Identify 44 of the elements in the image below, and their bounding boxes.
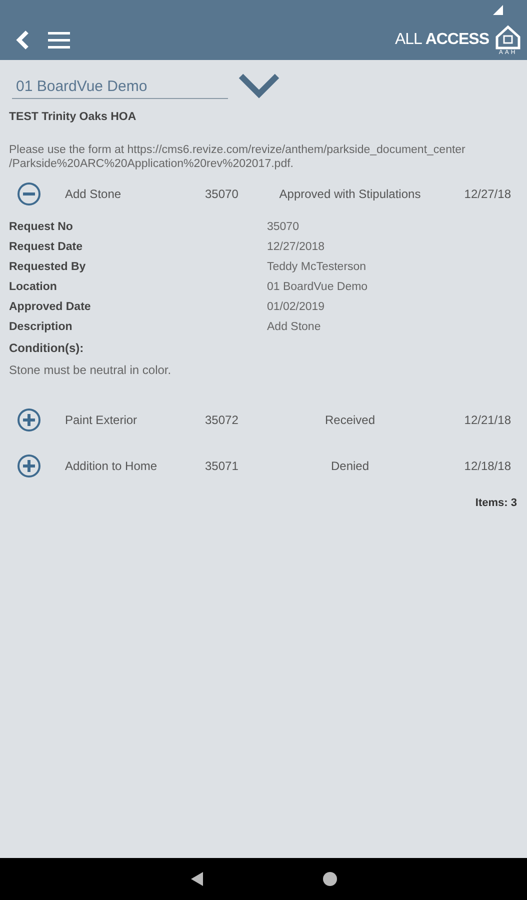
detail-label: Location: [9, 281, 58, 293]
collapse-button[interactable]: [15, 180, 43, 208]
conditions-label: Condition(s):: [9, 341, 85, 355]
detail-value: 01/02/2019: [267, 301, 326, 313]
detail-value: 01 BoardVue Demo: [267, 281, 369, 293]
request-title: Addition to Home: [65, 459, 158, 473]
detail-value: Teddy McTesterson: [267, 261, 368, 273]
signal-icon: [493, 5, 503, 15]
detail-value: 12/27/2018: [267, 241, 326, 253]
request-number: 35071: [205, 459, 240, 473]
request-date: 12/18/18: [463, 459, 512, 473]
request-status: Received: [324, 413, 376, 427]
expand-button[interactable]: [15, 452, 43, 480]
association-name: TEST Trinity Oaks HOA: [9, 111, 138, 123]
chevron-down-icon[interactable]: [238, 72, 280, 98]
location-select[interactable]: 01 BoardVue Demo: [12, 72, 228, 99]
form-notice: Please use the form at https://cms6.revize.com/revize/anthem/parkside_document_center /Parkside%20ARC%20Application%20rev%202017.pdf.: [9, 143, 466, 171]
detail-label: Description: [9, 321, 74, 333]
request-status: Approved with Stipulations: [278, 187, 422, 201]
menu-icon[interactable]: [48, 30, 70, 50]
request-status: Denied: [330, 459, 370, 473]
request-title: Add Stone: [65, 187, 122, 201]
request-title: Paint Exterior: [65, 413, 138, 427]
conditions-text: Stone must be neutral in color.: [9, 363, 172, 377]
back-icon[interactable]: [16, 30, 30, 50]
detail-value: 35070: [267, 221, 300, 233]
request-number: 35070: [205, 187, 240, 201]
expand-icon: [17, 408, 41, 432]
expand-icon: [17, 454, 41, 478]
expand-button[interactable]: [15, 406, 43, 434]
detail-value: Add Stone: [267, 321, 322, 333]
detail-label: Requested By: [9, 261, 87, 273]
request-date: 12/21/18: [463, 413, 512, 427]
request-number: 35072: [205, 413, 240, 427]
detail-label: Request No: [9, 221, 74, 233]
collapse-icon: [17, 182, 41, 206]
request-date: 12/27/18: [463, 187, 512, 201]
items-count: Items: 3: [474, 497, 517, 509]
brand-name: ALL ACCESS: [394, 31, 489, 49]
home-nav-icon[interactable]: [322, 872, 336, 886]
house-logo-icon: [495, 24, 521, 50]
back-nav-icon[interactable]: [190, 872, 202, 886]
detail-label: Approved Date: [9, 301, 92, 313]
detail-label: Request Date: [9, 241, 84, 253]
